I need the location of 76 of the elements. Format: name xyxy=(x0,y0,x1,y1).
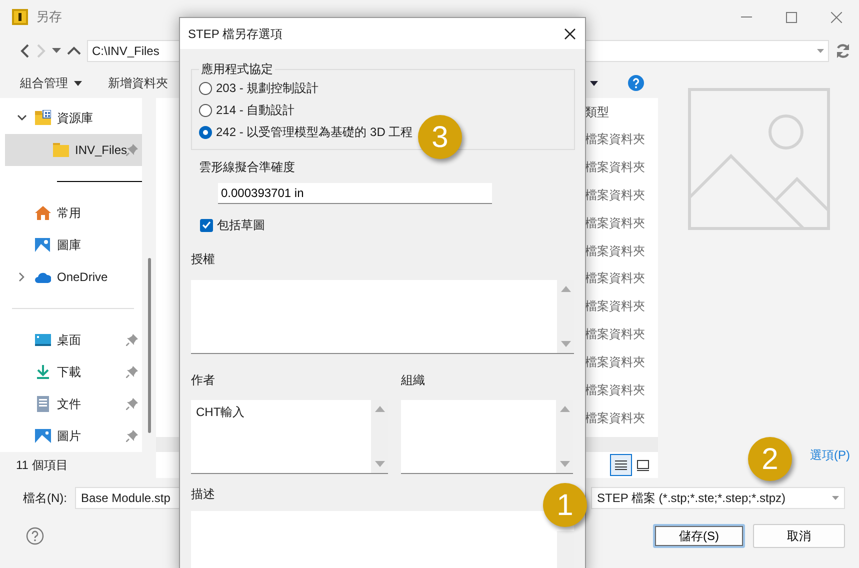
gallery-icon xyxy=(35,237,51,253)
details-view-button[interactable] xyxy=(610,454,632,476)
table-cell-text: 檔案資料夾 xyxy=(585,354,645,372)
field-label: 雲形線擬合準確度 xyxy=(199,159,296,176)
file-type-dropdown[interactable]: STEP 檔案 (*.stp;*.ste;*.step;*.stpz) xyxy=(591,487,845,509)
sidebar-item[interactable]: 圖庫 xyxy=(5,229,142,261)
table-cell-text: 檔案資料夾 xyxy=(585,270,645,288)
scrollbar-thumb[interactable] xyxy=(148,258,150,433)
sidebar-item[interactable]: OneDrive xyxy=(5,261,142,293)
table-cell-text: 檔案資料夾 xyxy=(585,130,645,148)
status-text: 11 個項目 xyxy=(16,458,68,472)
toolbar-button[interactable]: 新增資料夾 xyxy=(108,74,168,92)
checkbox-option[interactable]: 包括草圖 xyxy=(200,214,575,236)
document-icon xyxy=(35,396,51,412)
group-title: 應用程式協定 xyxy=(200,63,274,75)
chevron-right-icon[interactable] xyxy=(19,272,25,282)
sidebar-item[interactable]: 資源庫 xyxy=(5,102,142,134)
options-link[interactable]: 選項(P) xyxy=(810,446,850,464)
maximize-icon[interactable] xyxy=(786,12,797,22)
radio-button[interactable] xyxy=(199,126,212,138)
library-icon xyxy=(35,110,51,126)
filename-label: 檔名(N): xyxy=(23,490,67,507)
app-icon xyxy=(12,9,28,25)
radio-button[interactable] xyxy=(199,104,212,116)
field-label: 作者 xyxy=(191,372,216,389)
table-cell-text: 檔案資料夾 xyxy=(585,242,645,260)
caret-icon[interactable] xyxy=(590,80,598,86)
table-cell-text: 檔案資料夾 xyxy=(585,158,645,176)
checkbox[interactable] xyxy=(200,218,213,232)
sidebar-item[interactable]: 文件 xyxy=(5,388,142,420)
table-cell-text: 檔案資料夾 xyxy=(585,326,645,344)
sidebar-item[interactable]: 常用 xyxy=(5,197,142,229)
chevron-down-icon[interactable] xyxy=(17,115,27,121)
up-icon[interactable] xyxy=(67,46,81,56)
image-placeholder-icon xyxy=(688,88,830,230)
radio-option[interactable]: 203 - 規劃控制設計 xyxy=(199,77,319,99)
callout-badge: 2 xyxy=(748,437,792,481)
radio-option[interactable]: 214 - 自動設計 xyxy=(199,99,295,121)
organize-menu[interactable]: 組合管理 xyxy=(20,74,82,92)
download-icon xyxy=(35,364,51,380)
sidebar-item[interactable]: 下載 xyxy=(5,356,142,388)
help-icon[interactable] xyxy=(26,527,44,545)
close-icon[interactable] xyxy=(564,28,576,40)
sidebar-item[interactable]: 圖片 xyxy=(5,420,142,452)
save-button[interactable]: 儲存(S) xyxy=(653,524,745,548)
dropdown-icon[interactable] xyxy=(52,48,61,54)
caret-icon xyxy=(832,496,839,500)
help-icon[interactable] xyxy=(628,75,644,91)
sidebar-item[interactable]: INV_Files xyxy=(5,134,142,166)
desktop-icon xyxy=(35,332,51,348)
text-area[interactable]: CHT輸入 xyxy=(191,400,388,474)
radio-option[interactable]: 242 - 以受管理模型為基礎的 3D 工程 xyxy=(199,121,413,143)
refresh-icon[interactable] xyxy=(835,43,851,59)
field-label: 描述 xyxy=(191,486,216,503)
field-label: 授權 xyxy=(191,251,216,268)
table-cell-text: 檔案資料夾 xyxy=(585,410,645,427)
home-icon xyxy=(35,205,51,221)
field-label: 組織 xyxy=(401,372,426,389)
caret-icon xyxy=(74,80,82,86)
back-icon[interactable] xyxy=(20,44,30,58)
radio-button[interactable] xyxy=(199,82,212,94)
table-cell-text: 檔案資料夾 xyxy=(585,214,645,232)
column-header[interactable]: 類型 xyxy=(585,102,609,120)
picture-icon xyxy=(35,428,51,444)
cancel-button[interactable]: 取消 xyxy=(753,524,845,548)
window-icon xyxy=(637,460,649,470)
dropdown-icon[interactable] xyxy=(817,48,824,54)
dialog-title: STEP 檔另存選項 xyxy=(188,26,282,42)
table-cell-text: 檔案資料夾 xyxy=(585,186,645,204)
folder-icon xyxy=(53,142,69,158)
sidebar-item[interactable]: 桌面 xyxy=(5,324,142,356)
table-cell-text: 檔案資料夾 xyxy=(585,382,645,399)
window-title: 另存 xyxy=(36,8,62,26)
tolerance-field[interactable]: 0.000393701 in xyxy=(218,183,492,204)
list-icon xyxy=(615,460,627,470)
table-cell-text: 檔案資料夾 xyxy=(585,298,645,316)
